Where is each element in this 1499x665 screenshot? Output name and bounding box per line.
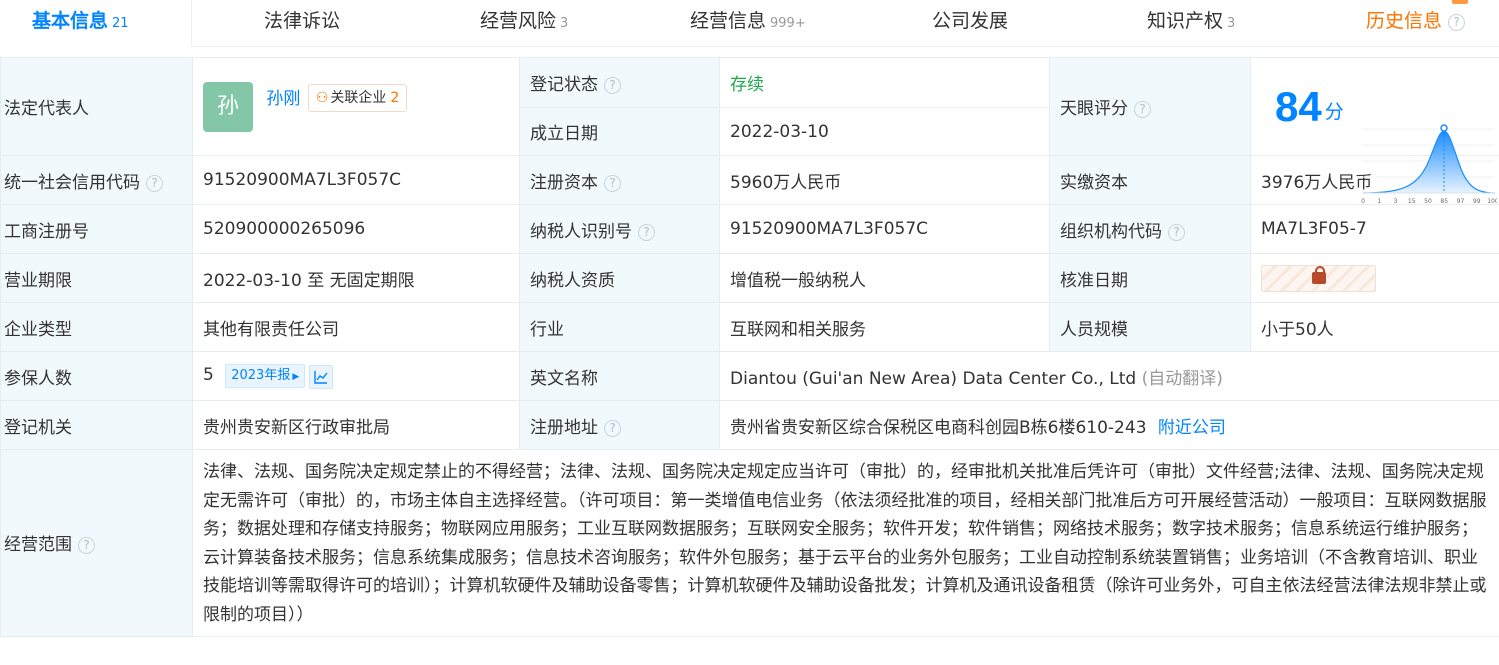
help-icon[interactable]: ? xyxy=(604,419,621,437)
line-chart-icon xyxy=(314,370,328,384)
biz-reg-no-label: 工商注册号 xyxy=(0,204,193,254)
org-code-value: MA7L3F05-7 xyxy=(1250,204,1499,254)
insured-value: 5 xyxy=(203,364,214,385)
related-count: 2 xyxy=(390,89,400,106)
tab-label: 经营风险 xyxy=(480,10,557,32)
legal-rep-label: 法定代表人 xyxy=(0,57,193,156)
tab-count: 999+ xyxy=(770,16,806,31)
found-date-label: 成立日期 xyxy=(519,107,720,156)
taxpayer-id-value: 91520900MA7L3F057C xyxy=(719,204,1050,254)
staff-size-label: 人员规模 xyxy=(1049,302,1251,352)
help-icon[interactable]: ? xyxy=(604,77,621,94)
score-distribution-chart: 0131550859799100 xyxy=(1361,123,1497,205)
tianyan-score: 84 xyxy=(1275,82,1322,130)
auto-translate-note: (自动翻译) xyxy=(1141,368,1223,389)
tab-risk[interactable]: 经营风险 3 xyxy=(480,6,568,33)
paid-capital-label: 实缴资本 xyxy=(1049,155,1251,205)
english-name-label: 英文名称 xyxy=(519,351,720,401)
biz-reg-no-value: 520900000265096 xyxy=(192,204,520,254)
insured-cell: 5 2023年报 ▶ xyxy=(192,351,520,401)
taxpayer-qual-label: 纳税人资质 xyxy=(519,253,720,303)
tab-bar: 基本信息 21 法律诉讼 经营风险 3 经营信息 999+ 公司发展 知识产权 3 历史… xyxy=(0,0,1499,47)
tab-count: 3 xyxy=(560,16,569,31)
new-badge-icon xyxy=(1452,0,1468,4)
tab-count: 3 xyxy=(1227,16,1236,31)
tab-history[interactable]: 历史信息? xyxy=(1366,6,1466,33)
tab-label: 基本信息 xyxy=(32,10,109,32)
industry-label: 行业 xyxy=(519,302,720,352)
tab-count: 21 xyxy=(112,16,129,31)
english-name-value: Diantou (Gui'an New Area) Data Center Co… xyxy=(730,368,1137,389)
tab-label: 法律诉讼 xyxy=(264,10,341,32)
network-icon: ⚇ xyxy=(315,89,329,106)
basic-info-table: 法定代表人 孙 孙刚 ⚇ 关联企业 2 登记状态? 存续 天眼评分? 84 分 013… xyxy=(0,57,1499,637)
reg-status-label: 登记状态? xyxy=(519,57,720,108)
reg-address-cell: 贵州省贵安新区综合保税区电商科创园B栋6楼610-243 附近公司 xyxy=(719,400,1499,450)
reg-capital-label: 注册资本? xyxy=(519,155,720,205)
legal-rep-name-link[interactable]: 孙刚 xyxy=(266,89,300,109)
legal-rep-cell: 孙 孙刚 ⚇ 关联企业 2 xyxy=(192,57,520,156)
approve-date-value[interactable] xyxy=(1250,253,1499,303)
avatar[interactable]: 孙 xyxy=(203,81,253,132)
taxpayer-qual-value: 增值税一般纳税人 xyxy=(719,253,1050,303)
related-companies-button[interactable]: ⚇ 关联企业 2 xyxy=(307,83,408,112)
score-unit: 分 xyxy=(1324,100,1344,123)
tab-operation[interactable]: 经营信息 999+ xyxy=(690,6,806,33)
related-label: 关联企业 xyxy=(330,89,387,106)
help-icon[interactable]: ? xyxy=(638,223,655,241)
help-icon[interactable]: ? xyxy=(146,174,163,192)
tab-label: 经营信息 xyxy=(690,10,767,32)
lock-icon xyxy=(1312,265,1326,284)
nearby-companies-link[interactable]: 附近公司 xyxy=(1158,418,1226,438)
approve-date-label: 核准日期 xyxy=(1049,253,1251,303)
help-icon[interactable]: ? xyxy=(78,537,95,555)
company-type-label: 企业类型 xyxy=(0,302,193,352)
scope-label: 经营范围? xyxy=(0,449,193,637)
industry-value: 互联网和相关服务 xyxy=(719,302,1050,352)
tab-basic-info[interactable]: 基本信息 21 xyxy=(32,6,129,33)
help-icon[interactable]: ? xyxy=(1168,223,1185,241)
taxpayer-id-label: 纳税人识别号? xyxy=(519,204,720,254)
tab-label: 知识产权 xyxy=(1147,10,1224,32)
reg-capital-value: 5960万人民币 xyxy=(719,155,1050,205)
tab-legal[interactable]: 法律诉讼 xyxy=(264,6,340,33)
credit-code-value: 91520900MA7L3F057C xyxy=(192,155,520,205)
org-code-label: 组织机构代码? xyxy=(1049,204,1251,254)
help-icon[interactable]: ? xyxy=(1134,101,1151,118)
report-year-button[interactable]: 2023年报 ▶ xyxy=(225,363,306,388)
tianyan-score-label: 天眼评分? xyxy=(1049,57,1251,156)
company-type-value: 其他有限责任公司 xyxy=(192,302,520,352)
business-scope-value: 法律、法规、国务院决定规定禁止的不得经营；法律、法规、国务院决定规定应当许可（审… xyxy=(192,449,1499,637)
insured-label: 参保人数 xyxy=(0,351,193,401)
found-date-value: 2022-03-10 xyxy=(719,107,1050,156)
term-value: 2022-03-10 至 无固定期限 xyxy=(192,253,520,303)
locked-content[interactable] xyxy=(1261,264,1376,292)
trend-chart-button[interactable] xyxy=(309,364,334,389)
tianyan-score-cell[interactable]: 84分 0131550859799100 xyxy=(1250,57,1499,205)
tab-label: 公司发展 xyxy=(932,10,1009,32)
english-name-cell: Diantou (Gui'an New Area) Data Center Co… xyxy=(719,351,1499,401)
credit-code-label: 统一社会信用代码? xyxy=(0,155,193,205)
tab-label: 历史信息 xyxy=(1366,10,1443,32)
report-label: 2023年报 xyxy=(231,367,291,383)
tab-development[interactable]: 公司发展 xyxy=(932,6,1008,33)
reg-address-value: 贵州省贵安新区综合保税区电商科创园B栋6楼610-243 xyxy=(730,417,1147,438)
term-label: 营业期限 xyxy=(0,253,193,303)
help-icon[interactable]: ? xyxy=(604,174,621,192)
tab-ip[interactable]: 知识产权 3 xyxy=(1147,6,1235,33)
staff-size-value: 小于50人 xyxy=(1250,302,1499,352)
reg-address-label: 注册地址? xyxy=(519,400,720,450)
reg-authority-label: 登记机关 xyxy=(0,400,193,450)
caret-right-icon: ▶ xyxy=(292,371,300,382)
reg-authority-value: 贵州贵安新区行政审批局 xyxy=(192,400,520,450)
help-icon[interactable]: ? xyxy=(1448,14,1466,31)
reg-status-value: 存续 xyxy=(719,57,1050,108)
